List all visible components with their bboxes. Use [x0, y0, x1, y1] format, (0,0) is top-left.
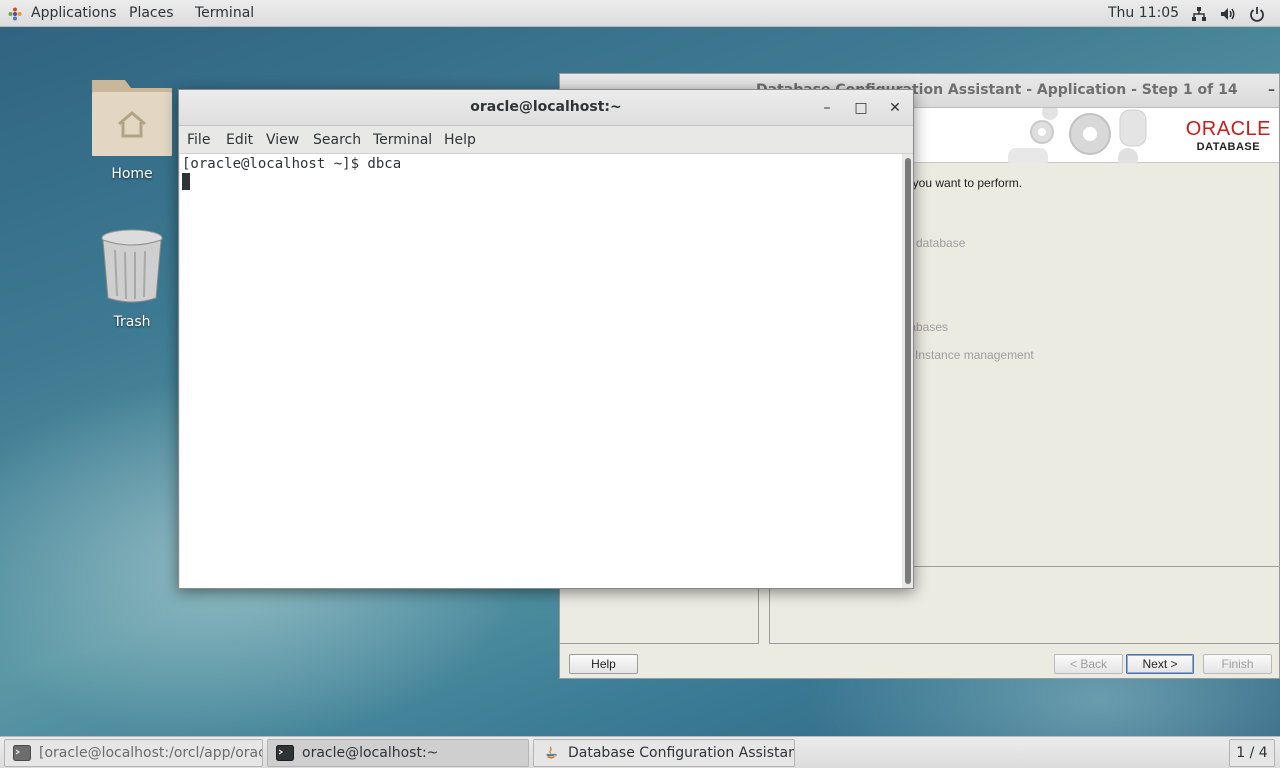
dbca-minimize-button[interactable]: – [1268, 82, 1275, 98]
dbca-back-button[interactable]: < Back [1054, 654, 1123, 674]
menu-file[interactable]: File [187, 132, 210, 148]
window-list-panel: [oracle@localhost:/orcl/app/oracle/d... … [0, 736, 1280, 768]
trash-label: Trash [113, 314, 151, 330]
dbca-help-button[interactable]: Help [569, 654, 638, 674]
taskbar-item-terminal-orcl[interactable]: [oracle@localhost:/orcl/app/oracle/d... [4, 739, 263, 767]
terminal-title: oracle@localhost:~ [470, 99, 622, 115]
taskbar-item-label: [oracle@localhost:/orcl/app/oracle/d... [39, 745, 262, 761]
oracle-wordmark: ORACLE [1185, 118, 1271, 140]
terminal-titlebar[interactable]: oracle@localhost:~ – □ ✕ [179, 90, 913, 126]
terminal-icon [276, 745, 294, 761]
terminal-scrollbar[interactable] [903, 154, 913, 588]
minimize-icon[interactable]: – [818, 99, 836, 117]
workspace-switcher[interactable]: 1 / 4 [1229, 739, 1275, 767]
java-icon [546, 746, 557, 759]
power-icon[interactable] [1248, 5, 1266, 23]
terminal-cursor [182, 173, 190, 190]
volume-icon[interactable] [1219, 5, 1237, 23]
taskbar-item-terminal-home[interactable]: oracle@localhost:~ [267, 739, 529, 767]
home-label: Home [111, 166, 153, 182]
terminal-icon [13, 745, 31, 761]
oracle-logo: ORACLE DATABASE [1186, 118, 1271, 153]
menu-help[interactable]: Help [444, 132, 476, 148]
dbca-finish-button[interactable]: Finish [1203, 654, 1272, 674]
option-instance-management[interactable]: Instance management [915, 348, 1034, 362]
terminal-app-menu[interactable]: Terminal [195, 5, 254, 21]
maximize-icon[interactable]: □ [852, 99, 870, 117]
close-icon[interactable]: ✕ [886, 99, 904, 117]
trash-can-icon [101, 229, 163, 303]
dbca-prompt: t you want to perform. [906, 176, 1023, 190]
network-icon[interactable] [1190, 5, 1208, 23]
dbca-next-button[interactable]: Next > [1126, 654, 1194, 674]
terminal-line: [oracle@localhost ~]$ dbca [182, 156, 402, 172]
menu-search[interactable]: Search [313, 132, 361, 148]
gears-graphic-icon [1008, 108, 1147, 163]
menu-edit[interactable]: Edit [226, 132, 253, 148]
taskbar-item-label: oracle@localhost:~ [302, 745, 439, 761]
menu-terminal[interactable]: Terminal [373, 132, 432, 148]
terminal-window[interactable]: oracle@localhost:~ – □ ✕ File Edit View … [178, 89, 914, 589]
terminal-output[interactable]: [oracle@localhost ~]$ dbca [180, 154, 902, 588]
dbca-left-panel [560, 588, 759, 644]
home-desktop-icon[interactable]: Home [87, 76, 177, 182]
clock[interactable]: Thu 11:05 [1108, 5, 1179, 21]
terminal-menubar: File Edit View Search Terminal Help [179, 126, 913, 154]
home-folder-icon [92, 80, 172, 156]
menu-view[interactable]: View [266, 132, 299, 148]
taskbar-item-dbca[interactable]: Database Configuration Assistant - A... [533, 739, 795, 767]
top-panel: Applications Places Terminal Thu 11:05 [0, 0, 1280, 27]
option-database[interactable]: database [916, 236, 965, 250]
applications-menu[interactable]: Applications [31, 5, 117, 21]
taskbar-item-label: Database Configuration Assistant - A... [568, 745, 794, 761]
applications-icon [8, 7, 22, 21]
trash-desktop-icon[interactable]: Trash [87, 228, 177, 330]
places-menu[interactable]: Places [129, 5, 174, 21]
database-wordmark: DATABASE [1196, 141, 1261, 153]
scrollbar-thumb[interactable] [905, 158, 911, 584]
